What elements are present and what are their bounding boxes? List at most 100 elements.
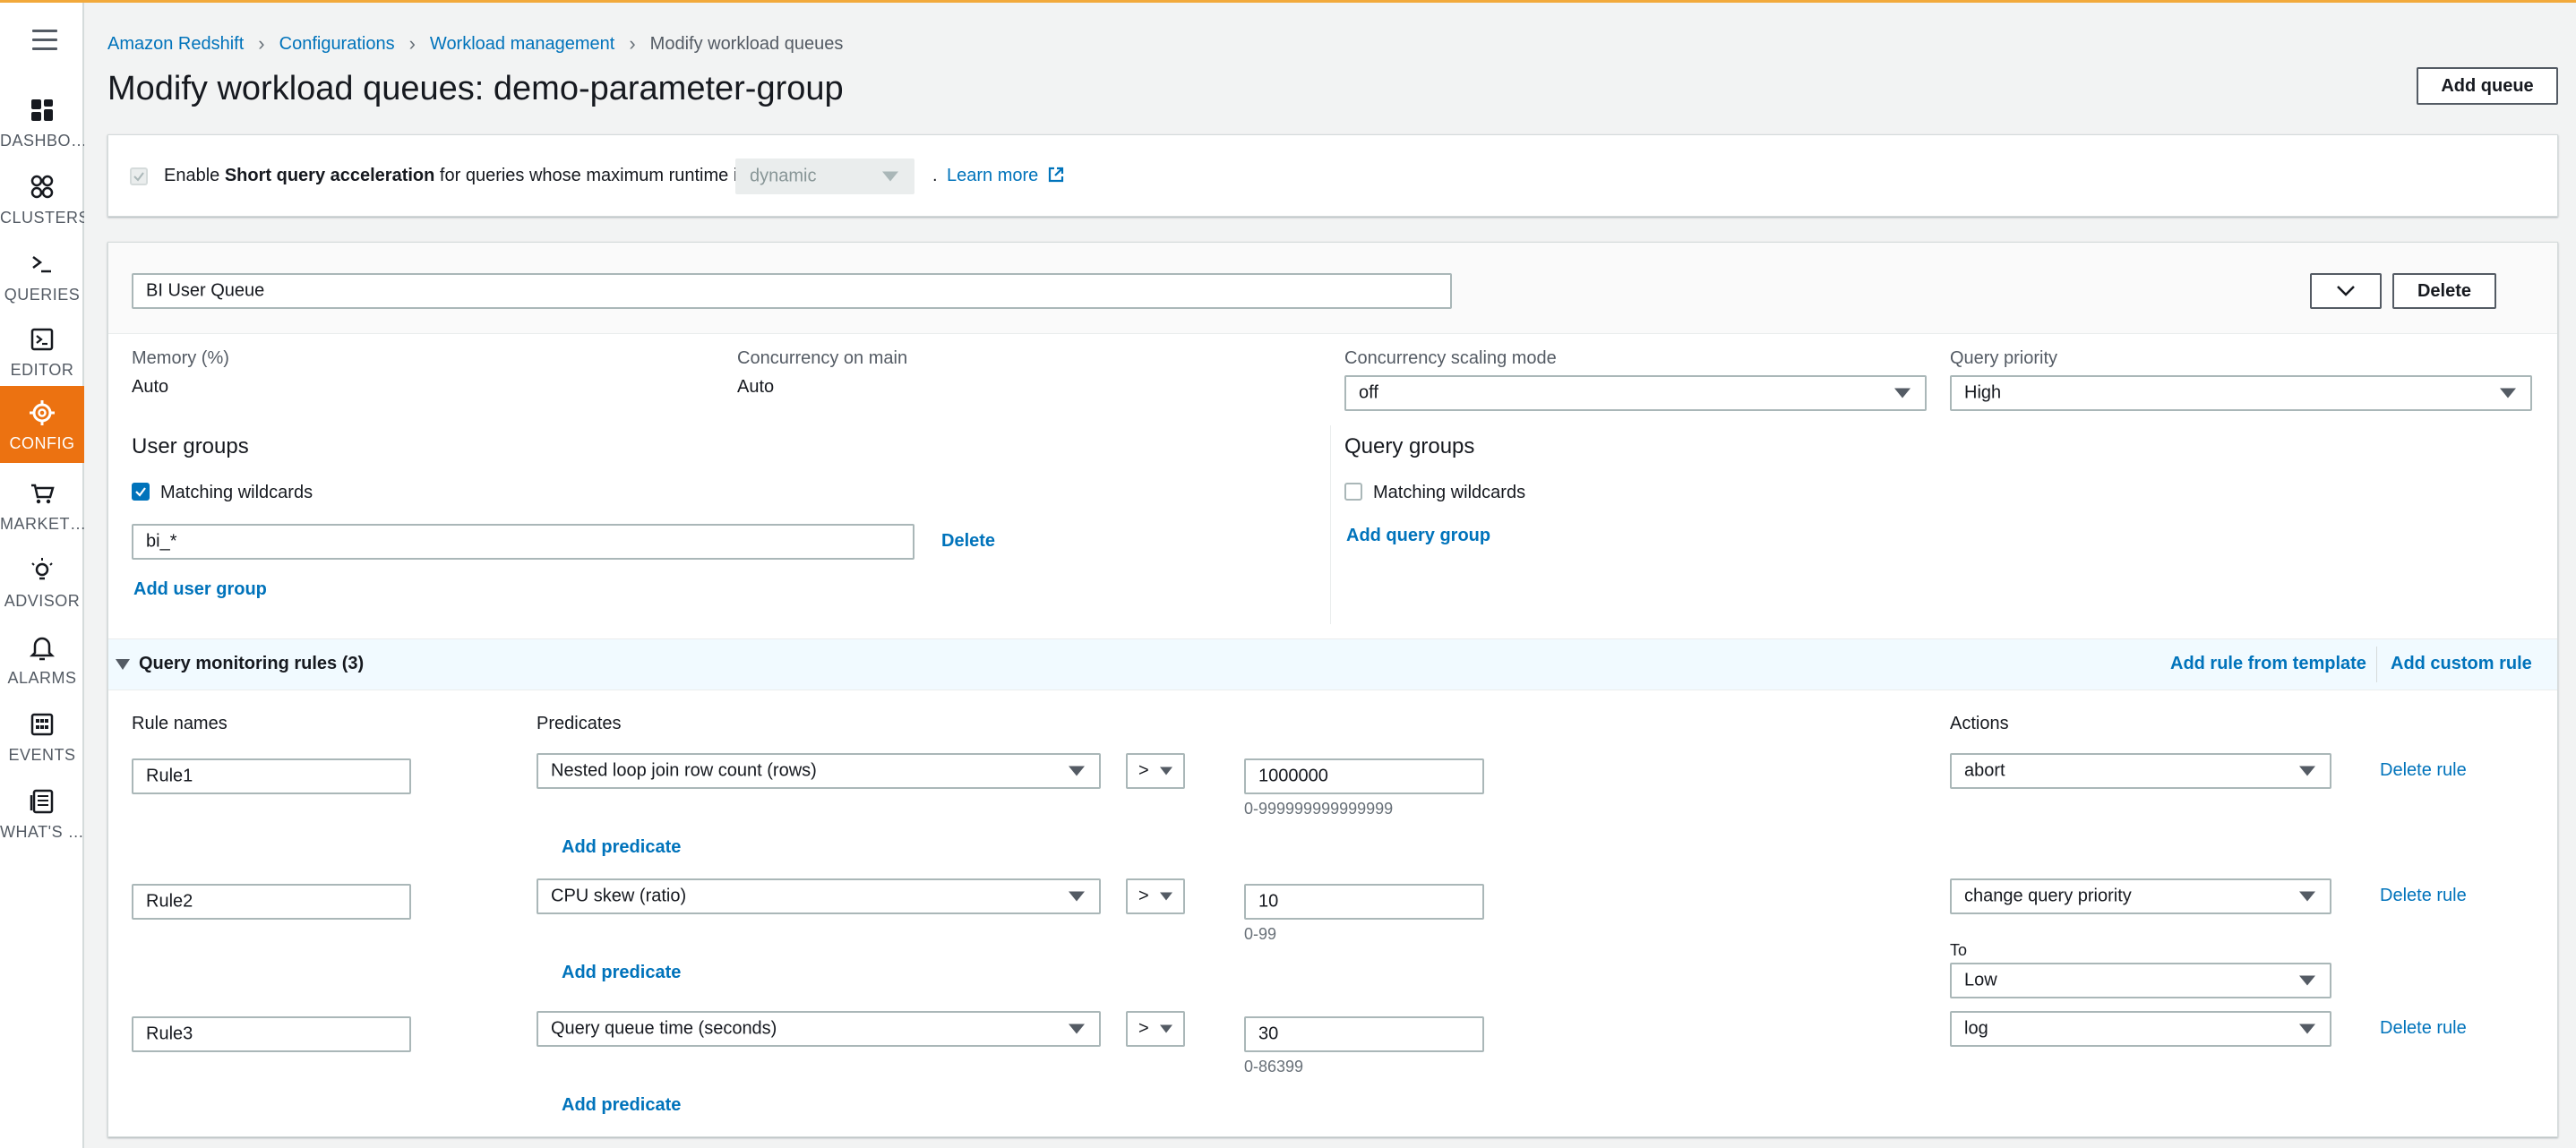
action-select[interactable]: log [1950, 1011, 2331, 1047]
operator-select[interactable]: > [1126, 1011, 1185, 1047]
predicate-select[interactable]: CPU skew (ratio) [537, 878, 1101, 914]
sidebar-item-whats-new[interactable]: WHAT'S … [0, 775, 84, 846]
caret-down-icon [1069, 766, 1085, 776]
sidebar-item-alarms[interactable]: ALARMS [0, 621, 84, 692]
queue-header: BI User Queue Delete [108, 243, 2557, 334]
user-wildcards-checkbox[interactable] [132, 483, 150, 501]
marketplace-icon [31, 484, 55, 504]
check-icon [135, 487, 146, 497]
rule-name-input[interactable]: Rule3 [132, 1016, 411, 1052]
action-select[interactable]: abort [1950, 753, 2331, 789]
sidebar-item-queries[interactable]: QUERIES [0, 237, 84, 309]
sqa-checkbox[interactable] [130, 167, 148, 185]
action-select[interactable]: change query priority [1950, 878, 2331, 914]
query-wildcards-checkbox[interactable] [1344, 483, 1362, 501]
add-predicate-link[interactable]: Add predicate [562, 963, 681, 983]
caret-down-icon [1160, 767, 1172, 775]
external-link-icon [1048, 167, 1063, 183]
sidebar-item-label: CLUSTERS [0, 209, 84, 227]
rule-name-input[interactable]: Rule2 [132, 884, 411, 920]
predicate-value-input[interactable]: 30 [1244, 1016, 1484, 1052]
add-predicate-link[interactable]: Add predicate [562, 837, 681, 858]
add-predicate-link[interactable]: Add predicate [562, 1095, 681, 1116]
query-groups-title: Query groups [1344, 434, 1475, 458]
add-rule-from-template-link[interactable]: Add rule from template [2170, 654, 2366, 674]
page-title: Modify workload queues: demo-parameter-g… [107, 70, 844, 107]
sqa-dot: . [932, 166, 938, 185]
sqa-runtime-select[interactable]: dynamic [735, 158, 914, 194]
caret-down-icon [882, 171, 898, 182]
predicate-range-hint: 0-99 [1244, 925, 1277, 943]
sidebar-item-config[interactable]: CONFIG [0, 386, 84, 463]
delete-queue-button[interactable]: Delete [2392, 273, 2496, 309]
caret-down-icon [1069, 891, 1085, 902]
breadcrumb-configurations[interactable]: Configurations [279, 34, 395, 55]
editor-icon [30, 328, 54, 351]
sidebar-item-events[interactable]: EVENTS [0, 698, 84, 769]
query-priority-select[interactable]: High [1950, 375, 2532, 411]
collapse-queue-button[interactable] [2310, 273, 2382, 309]
sidebar-item-label: EVENTS [8, 746, 76, 764]
predicate-value-input[interactable]: 1000000 [1244, 758, 1484, 794]
check-icon [133, 172, 144, 182]
to-priority-select[interactable]: Low [1950, 963, 2331, 998]
chevron-right-icon: › [408, 32, 416, 55]
delete-rule-link[interactable]: Delete rule [2380, 760, 2467, 781]
add-query-group-link[interactable]: Add query group [1346, 526, 1490, 546]
sidebar-item-dashboard[interactable]: DASHBO… [0, 83, 84, 155]
caret-down-icon [116, 659, 130, 670]
user-group-input[interactable]: bi_* [132, 524, 914, 560]
query-priority-label: Query priority [1950, 348, 2058, 368]
sidebar-item-label: WHAT'S … [0, 823, 84, 841]
operator-select[interactable]: > [1126, 878, 1185, 914]
queries-icon [32, 256, 51, 273]
qmr-header[interactable]: Query monitoring rules (3) Add rule from… [108, 638, 2557, 690]
scaling-mode-select[interactable]: off [1344, 375, 1927, 411]
concurrency-label: Concurrency on main [737, 348, 908, 368]
sidebar-item-advisor[interactable]: ADVISOR [0, 544, 84, 615]
sidebar-item-label: DASHBO… [0, 132, 84, 150]
link-divider [2376, 647, 2377, 682]
chevron-right-icon: › [629, 32, 636, 55]
queue-panel: BI User Queue Delete Memory (%) Auto Con… [107, 242, 2558, 1137]
col-rule-names: Rule names [132, 714, 228, 733]
rule-name-input[interactable]: Rule1 [132, 758, 411, 794]
predicate-range-hint: 0-86399 [1244, 1058, 1304, 1075]
concurrency-value: Auto [737, 377, 775, 397]
caret-down-icon [1069, 1024, 1085, 1034]
memory-value: Auto [132, 377, 169, 397]
queue-name-input[interactable]: BI User Queue [132, 273, 1452, 309]
learn-more-link[interactable]: Learn more [947, 166, 1065, 186]
alarms-icon [29, 637, 56, 661]
breadcrumb: Amazon Redshift › Configurations › Workl… [107, 32, 843, 56]
sidebar-item-marketplace[interactable]: MARKET… [0, 467, 84, 538]
add-custom-rule-link[interactable]: Add custom rule [2391, 654, 2532, 674]
clusters-icon [30, 175, 54, 199]
operator-select[interactable]: > [1126, 753, 1185, 789]
delete-rule-link[interactable]: Delete rule [2380, 1018, 2467, 1039]
predicate-select[interactable]: Query queue time (seconds) [537, 1011, 1101, 1047]
delete-rule-link[interactable]: Delete rule [2380, 886, 2467, 906]
breadcrumb-current: Modify workload queues [649, 33, 844, 54]
col-actions: Actions [1950, 714, 2009, 733]
chevron-right-icon: › [258, 32, 265, 55]
sidebar-item-label: MARKET… [0, 515, 84, 533]
dashboard-icon [31, 99, 53, 121]
add-queue-button[interactable]: Add queue [2417, 67, 2558, 105]
breadcrumb-amazon-redshift[interactable]: Amazon Redshift [107, 34, 244, 55]
to-label: To [1950, 941, 1968, 959]
add-user-group-link[interactable]: Add user group [133, 579, 267, 600]
breadcrumb-workload-management[interactable]: Workload management [430, 34, 614, 55]
query-wildcards-label: Matching wildcards [1373, 483, 1526, 502]
predicate-select[interactable]: Nested loop join row count (rows) [537, 753, 1101, 789]
sqa-panel: Enable Short query acceleration for quer… [107, 134, 2558, 217]
sidebar-item-clusters[interactable]: CLUSTERS [0, 160, 84, 232]
menu-icon[interactable] [32, 30, 57, 51]
sidebar-item-editor[interactable]: EDITOR [0, 313, 84, 384]
user-wildcards-label: Matching wildcards [160, 483, 313, 502]
delete-user-group-link[interactable]: Delete [941, 531, 995, 552]
config-icon [30, 400, 55, 425]
col-predicates: Predicates [537, 714, 622, 733]
predicate-value-input[interactable]: 10 [1244, 884, 1484, 920]
sidebar-item-label: CONFIG [9, 434, 75, 452]
